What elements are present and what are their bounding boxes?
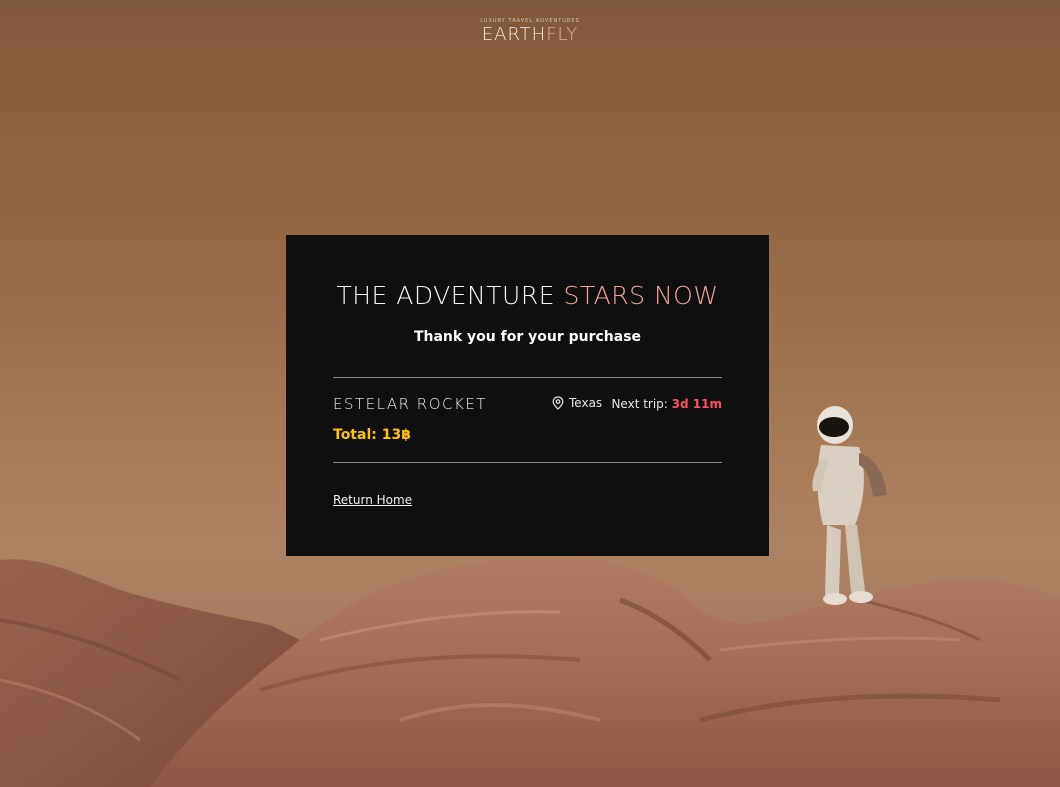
logo-tagline: LUXURY TRAVEL ADVENTURES <box>480 18 580 24</box>
map-pin-icon <box>552 396 564 410</box>
location-label: Texas <box>569 396 603 410</box>
logo-word-earth: EARTH <box>481 24 547 45</box>
logo-word-fly: FLY <box>546 24 579 45</box>
next-trip-label: Next trip: <box>611 397 668 411</box>
confirmation-card: THE ADVENTURE STARS NOW Thank you for yo… <box>286 235 769 556</box>
astronaut-figure <box>812 406 887 605</box>
headline-part-1: THE ADVENTURE <box>336 281 555 310</box>
next-trip: Next trip: 3d 11m <box>611 397 722 411</box>
card-headline: THE ADVENTURE STARS NOW <box>286 281 769 310</box>
earthfly-logo[interactable]: LUXURY TRAVEL ADVENTURES EARTHFLY <box>0 18 1060 45</box>
logo-wordmark: EARTHFLY <box>482 25 578 45</box>
divider-bottom <box>333 462 722 463</box>
product-name: ESTELAR ROCKET <box>333 395 487 413</box>
next-trip-value: 3d 11m <box>671 397 722 411</box>
thank-you-message: Thank you for your purchase <box>413 329 642 345</box>
order-total: Total: 13฿ <box>333 427 411 443</box>
purchase-confirmation-page: LUXURY TRAVEL ADVENTURES EARTHFLY THE AD… <box>0 0 1060 787</box>
location: Texas <box>552 396 602 410</box>
return-home-link[interactable]: Return Home <box>333 493 412 507</box>
divider-top <box>333 377 722 378</box>
headline-part-2: STARS NOW <box>563 281 719 310</box>
